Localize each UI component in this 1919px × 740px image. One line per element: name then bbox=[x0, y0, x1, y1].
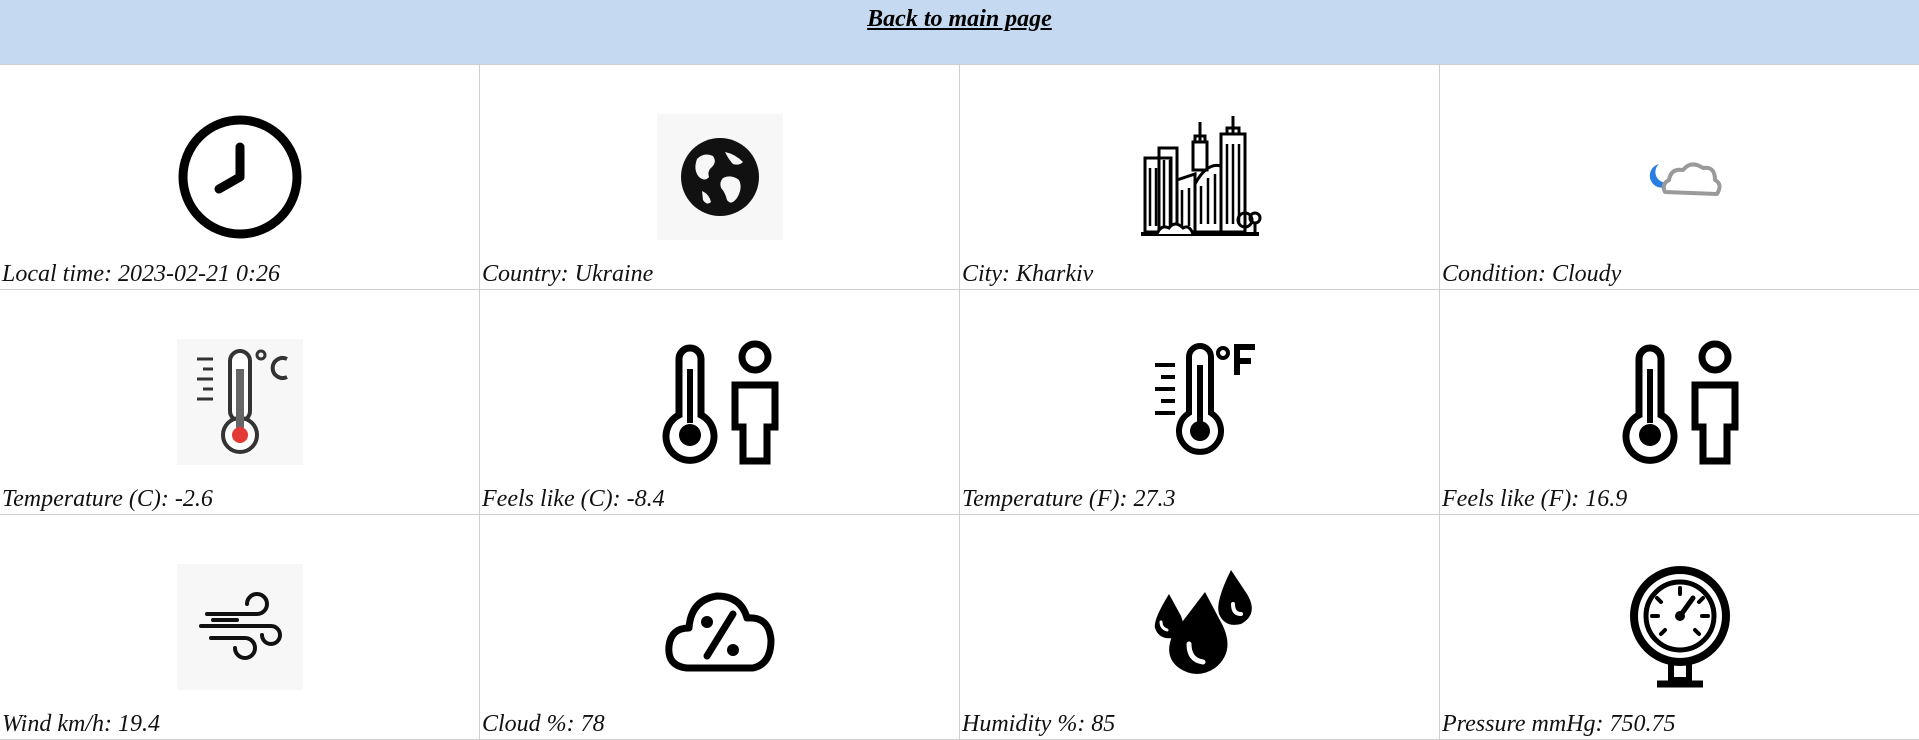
condition-label: Condition: Cloudy bbox=[1442, 261, 1622, 287]
city-icon bbox=[1137, 114, 1263, 240]
globe-icon bbox=[656, 114, 783, 240]
weather-grid: Local time: 2023-02-21 0:26 Country: Ukr… bbox=[0, 64, 1919, 740]
local-time-cell: Local time: 2023-02-21 0:26 bbox=[0, 65, 480, 290]
country-cell: Country: Ukraine bbox=[480, 65, 960, 290]
temperature-f-cell: Temperature (F): 27.3 bbox=[960, 290, 1440, 515]
cloud-label: Cloud %: 78 bbox=[482, 711, 605, 737]
header-bar: Back to main page bbox=[0, 0, 1919, 64]
feels-like-icon bbox=[1617, 339, 1743, 465]
thermometer-fahrenheit-icon bbox=[1137, 339, 1263, 465]
condition-cell: Condition: Cloudy bbox=[1440, 65, 1919, 290]
humidity-cell: Humidity %: 85 bbox=[960, 515, 1440, 740]
feels-like-f-cell: Feels like (F): 16.9 bbox=[1440, 290, 1919, 515]
temperature-c-cell: Temperature (C): -2.6 bbox=[0, 290, 480, 515]
feels-like-c-cell: Feels like (C): -8.4 bbox=[480, 290, 960, 515]
partly-cloudy-night-icon bbox=[1617, 114, 1743, 240]
humidity-drops-icon bbox=[1137, 564, 1263, 690]
clock-icon bbox=[177, 114, 303, 240]
city-label: City: Kharkiv bbox=[962, 261, 1094, 287]
feels-like-icon bbox=[657, 339, 783, 465]
local-time-label: Local time: 2023-02-21 0:26 bbox=[2, 261, 280, 287]
city-cell: City: Kharkiv bbox=[960, 65, 1440, 290]
cloud-cell: Cloud %: 78 bbox=[480, 515, 960, 740]
feels-like-c-label: Feels like (C): -8.4 bbox=[482, 486, 665, 512]
wind-icon bbox=[176, 564, 303, 690]
thermometer-celsius-icon bbox=[176, 339, 303, 465]
country-label: Country: Ukraine bbox=[482, 261, 654, 287]
temperature-c-label: Temperature (C): -2.6 bbox=[2, 486, 213, 512]
wind-cell: Wind km/h: 19.4 bbox=[0, 515, 480, 740]
wind-label: Wind km/h: 19.4 bbox=[2, 711, 160, 737]
cloud-percent-icon bbox=[657, 564, 783, 690]
temperature-f-label: Temperature (F): 27.3 bbox=[962, 486, 1176, 512]
feels-like-f-label: Feels like (F): 16.9 bbox=[1442, 486, 1628, 512]
back-to-main-link[interactable]: Back to main page bbox=[867, 6, 1052, 32]
pressure-cell: Pressure mmHg: 750.75 bbox=[1440, 515, 1919, 740]
pressure-gauge-icon bbox=[1617, 564, 1743, 690]
pressure-label: Pressure mmHg: 750.75 bbox=[1442, 711, 1676, 737]
humidity-label: Humidity %: 85 bbox=[962, 711, 1116, 737]
